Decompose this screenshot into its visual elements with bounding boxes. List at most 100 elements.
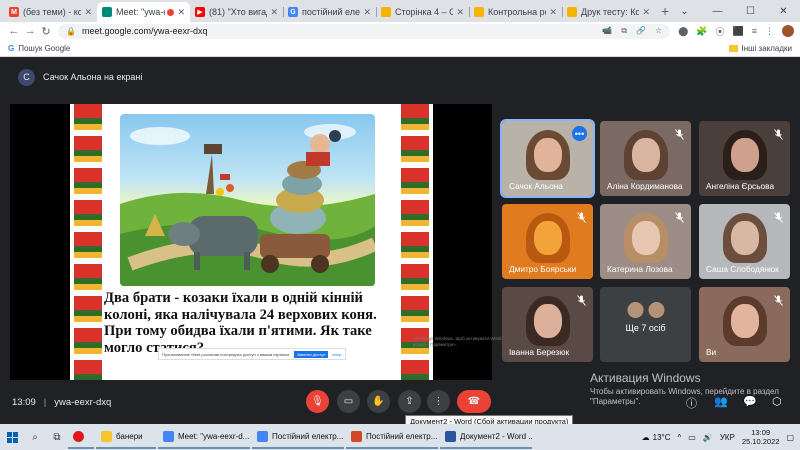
activities-icon[interactable]: ⬡ [772,395,782,408]
participant-tile[interactable]: Іванна Березюк [502,287,593,362]
profile-avatar[interactable] [782,25,794,37]
notification-icon[interactable]: ▢ [786,433,794,442]
info-icon[interactable]: ⓘ [686,395,697,411]
extension-icon[interactable]: ⬛ [733,26,744,37]
taskbar-app-opera-icon[interactable] [68,425,94,449]
close-icon[interactable]: ✕ [456,7,464,18]
chat-icon[interactable]: 💬 [743,395,757,408]
cossacks-illustration [120,124,375,286]
close-icon[interactable]: ✕ [270,7,278,18]
taskbar-app-label: Meet: "ywa-eexr-d... [178,431,250,441]
close-icon[interactable]: ✕ [642,7,650,18]
meeting-code: ywa-eexr-dxq [54,397,112,408]
taskbar-app-folder-icon[interactable]: банери [96,425,156,449]
camera-button[interactable]: ▭ [337,390,360,413]
mic-off-icon [577,210,586,223]
end-call-icon: ☎ [467,396,481,407]
address-bar-action-icon[interactable]: ☆ [655,26,662,36]
url-text: meet.google.com/ywa-eexr-dxq [81,26,208,36]
participant-tile[interactable]: Дмитро Боярськи [502,204,593,279]
reload-button[interactable]: ↻ [38,25,54,38]
weather-widget[interactable]: ☁ 13°C [642,433,671,442]
taskbar-app-label: Постійний електр... [366,431,438,441]
close-icon[interactable]: ✕ [84,7,92,18]
others-tile[interactable]: Ще 7 осіб [600,287,691,362]
chevron-up-icon[interactable]: ^ [678,433,682,442]
browser-tab-2[interactable]: ▶ (81) "Хто вигадав✕ [190,2,283,22]
taskbar-app-powerpoint-icon[interactable]: Постійний електр... [346,425,438,449]
end-call-button[interactable]: ☎ [457,390,491,413]
language-indicator[interactable]: УКР [720,433,735,442]
participant-tile[interactable]: Сачок Альона ••• [500,119,595,198]
clock[interactable]: 13:09 25.10.2022 [742,428,780,446]
meet-icon [102,7,112,17]
bookmark-search-google[interactable]: Пошук Google [18,44,70,53]
browser-tab-6[interactable]: Друк тесту: Конт✕ [562,2,655,22]
volume-icon[interactable]: 🔊 [703,433,713,442]
taskbar-app-chrome-icon[interactable]: Meet: "ywa-eexr-d... [158,425,250,449]
minimize-button[interactable]: — [701,0,734,22]
address-bar-action-icon[interactable]: 📹 [602,26,612,36]
task-view-icon[interactable]: ⧉ [46,432,68,443]
extension-icon[interactable]: ≡ [752,26,757,36]
close-icon[interactable]: ✕ [177,7,185,18]
taskbar-app-chrome-icon[interactable]: Постійний електр... [252,425,344,449]
more-options-icon[interactable]: ••• [572,126,587,141]
participant-tile[interactable]: Ви [699,287,790,362]
chrome-icon [257,430,268,442]
windows-logo-icon [6,431,18,443]
ignore-link[interactable]: Ігнор [332,352,341,357]
present-screen-icon: ⇪ [405,396,414,407]
participant-tile[interactable]: Саша Слободянюк [699,204,790,279]
page-icon [381,7,391,17]
address-bar-action-icon[interactable]: 🔗 [636,26,646,36]
tab-title: Друк тесту: Конт [581,7,640,17]
more-options-button[interactable]: ⋮ [427,390,450,413]
close-window-button[interactable]: ✕ [767,0,800,22]
search-icon[interactable]: ⌕ [24,432,46,443]
extension-icons: ⬤ 🧩 ⦿ ⬛ ≡ ⋮ [678,25,774,38]
presenter-banner: С Сачок Альона на екрані [0,57,800,97]
camera-icon: ▭ [343,396,354,407]
participant-face [533,220,562,255]
lock-icon[interactable]: 🔒 [66,27,76,36]
back-button[interactable]: ← [6,25,22,37]
share-notice-text: Прогалювання! Meet розпізнав посередньо … [162,351,291,357]
address-bar-action-icon[interactable]: ⧉ [621,26,627,36]
extension-icon[interactable]: ⋮ [765,26,774,37]
forward-button[interactable]: → [22,25,38,37]
change-access-button[interactable]: Змінити доступ [294,350,329,358]
shared-screen[interactable]: Два брати - козаки їхали в одній кінній … [10,104,535,380]
start-button[interactable] [0,431,24,443]
google-bookmark-icon: G [8,43,15,53]
mic-off-button[interactable]: 🎙 [306,390,329,413]
participant-tile[interactable]: Катерина Лозова [600,204,691,279]
browser-tab-3[interactable]: Gпостійний електро✕ [283,2,376,22]
tab-search-button[interactable]: ⌄ [668,0,701,22]
browser-tab-4[interactable]: Сторінка 4 – Он✕ [376,2,469,22]
browser-tab-0[interactable]: M (без теми) - козак✕ [4,2,97,22]
participant-tile[interactable]: Аліна Кордиманова [600,121,691,196]
extension-icon[interactable]: ⦿ [716,25,725,38]
participant-name: Ангеліна Єрсьова [706,181,775,191]
close-icon[interactable]: ✕ [549,7,557,18]
tab-title: (без теми) - козак [23,7,82,17]
people-icon[interactable]: 👥 [714,395,728,408]
present-screen-button[interactable]: ⇪ [398,390,421,413]
battery-icon[interactable]: ▭ [688,433,696,442]
presenter-banner-text: Сачок Альона на екрані [43,72,143,82]
raise-hand-button[interactable]: ✋ [367,390,390,413]
browser-tab-5[interactable]: Контрольна робо✕ [469,2,562,22]
other-bookmarks[interactable]: Інші закладки [729,44,792,53]
meeting-info: 13:09 | ywa-eexr-dxq [12,397,111,408]
participant-tile[interactable]: Ангеліна Єрсьова [699,121,790,196]
extension-icon[interactable]: ⬤ [678,26,688,37]
close-icon[interactable]: ✕ [363,7,371,18]
extension-icon[interactable]: 🧩 [696,26,707,37]
tab-title: (81) "Хто вигадав [209,7,267,17]
taskbar-app-word-icon[interactable]: Документ2 - Word ... [440,425,532,449]
address-bar[interactable]: 🔒 meet.google.com/ywa-eexr-dxq 📹 ⧉ 🔗 ☆ [58,23,671,39]
maximize-button[interactable]: ☐ [734,0,767,22]
browser-tab-1[interactable]: Meet: "ywa-eexr- ✕ [97,2,190,22]
others-avatars [626,301,665,319]
